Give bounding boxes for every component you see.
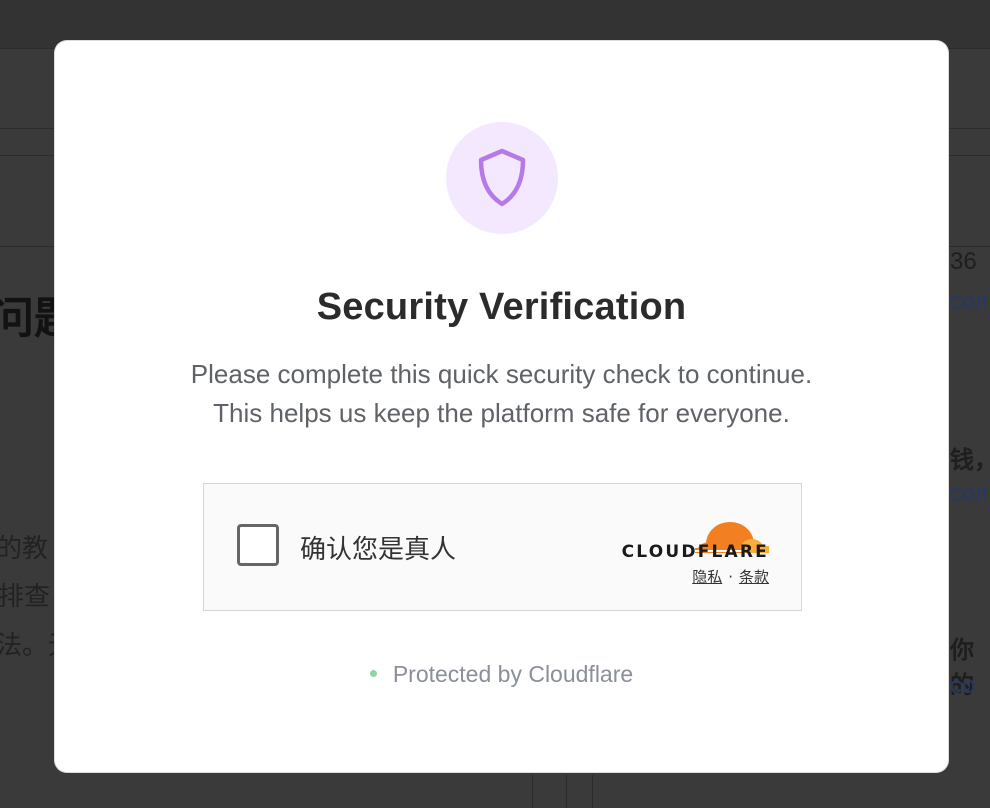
turnstile-widget: 确认您是真人 CLOUDFLARE 隐私 · 条款 — [203, 483, 802, 611]
protected-by-footer: Protected by Cloudflare — [55, 661, 948, 688]
security-verification-modal: Security Verification Please complete th… — [55, 41, 948, 772]
background-divider — [592, 775, 593, 808]
modal-description: Please complete this quick security chec… — [190, 359, 813, 389]
background-link: com — [950, 480, 990, 507]
human-verification-checkbox[interactable] — [237, 524, 279, 566]
cloudflare-logo: CLOUDFLARE — [621, 542, 769, 562]
background-divider — [532, 775, 533, 808]
privacy-link[interactable]: 隐私 — [692, 568, 722, 586]
status-dot — [369, 670, 377, 678]
page: 问题 的教 排查 法。无 36 com 钱， com 你的 co Securit… — [0, 0, 990, 808]
background-text: 36 — [950, 248, 977, 275]
background-link: co — [950, 672, 976, 699]
shield-icon — [478, 148, 526, 207]
checkbox-label: 确认您是真人 — [300, 535, 457, 565]
link-separator: · — [728, 568, 733, 586]
protected-text: Protected by Cloudflare — [392, 661, 634, 687]
modal-description: This helps us keep the platform safe for… — [213, 398, 790, 428]
background-text: 钱， — [950, 446, 990, 474]
terms-link[interactable]: 条款 — [739, 568, 769, 586]
modal-title: Security Verification — [316, 286, 687, 328]
widget-links: 隐私 · 条款 — [692, 566, 769, 587]
background-divider — [566, 775, 567, 808]
background-text: 的教 — [0, 534, 49, 564]
background-link: com — [950, 288, 990, 315]
shield-badge — [446, 122, 558, 234]
background-text: 排查 — [0, 582, 51, 612]
